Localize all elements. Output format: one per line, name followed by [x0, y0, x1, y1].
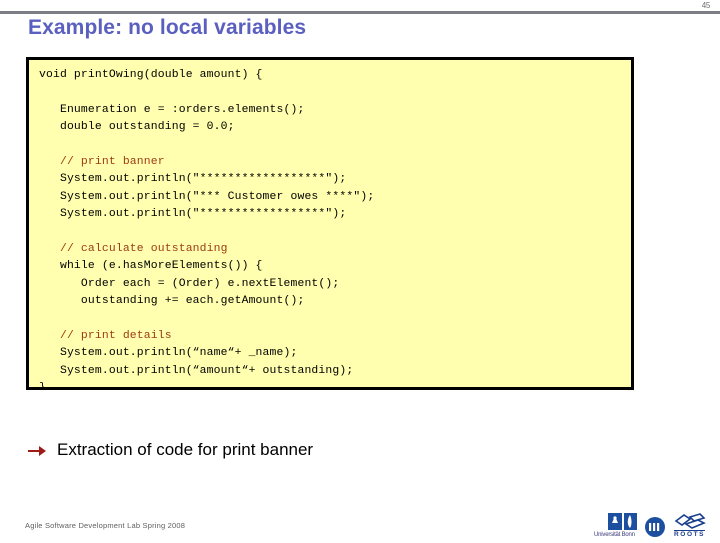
bullet-label: Extraction of code for print banner — [57, 440, 314, 459]
code-line: outstanding += each.getAmount(); — [39, 295, 305, 308]
code-line: System.out.println("*** Customer owes **… — [39, 190, 375, 203]
page-number: 45 — [701, 1, 711, 10]
code-line: while (e.hasMoreElements()) { — [39, 260, 263, 273]
roots-logo: ROOTS — [670, 511, 714, 538]
footer-logos: Universität Bonn ROOTS — [594, 508, 714, 538]
page-title: Example: no local variables — [28, 16, 307, 39]
university-logo-label: Universität Bonn — [594, 532, 635, 538]
roots-logo-label: ROOTS — [674, 530, 706, 538]
code-line: double outstanding = 0.0; — [39, 121, 235, 134]
header-divider — [0, 11, 720, 14]
slide-canvas: 45 Example: no local variables void prin… — [0, 0, 720, 540]
arrow-right-icon — [28, 443, 47, 459]
code-listing: void printOwing(double amount) { Enumera… — [39, 67, 631, 390]
code-line: Order each = (Order) e.nextElement(); — [39, 277, 340, 290]
code-line: void printOwing(double amount) { — [39, 69, 263, 81]
university-logo: Universität Bonn — [594, 512, 640, 538]
footer-caption: Agile Software Development Lab Spring 20… — [25, 521, 186, 530]
code-line: } — [39, 382, 46, 390]
code-line: Enumeration e = :orders.elements(); — [39, 103, 305, 116]
code-line: System.out.println("******************")… — [39, 208, 347, 221]
code-line: // print banner — [39, 156, 165, 168]
code-line: // calculate outstanding — [39, 243, 228, 256]
bullet-item: Extraction of code for print banner — [28, 440, 313, 460]
code-line: System.out.println(“name“+ _name); — [39, 347, 298, 360]
code-line: System.out.println("******************")… — [39, 173, 347, 186]
code-block: void printOwing(double amount) { Enumera… — [26, 57, 634, 390]
code-line: System.out.println(“amount“+ outstanding… — [39, 364, 354, 377]
code-line: // print details — [39, 330, 172, 343]
fraunhofer-logo — [644, 516, 666, 538]
